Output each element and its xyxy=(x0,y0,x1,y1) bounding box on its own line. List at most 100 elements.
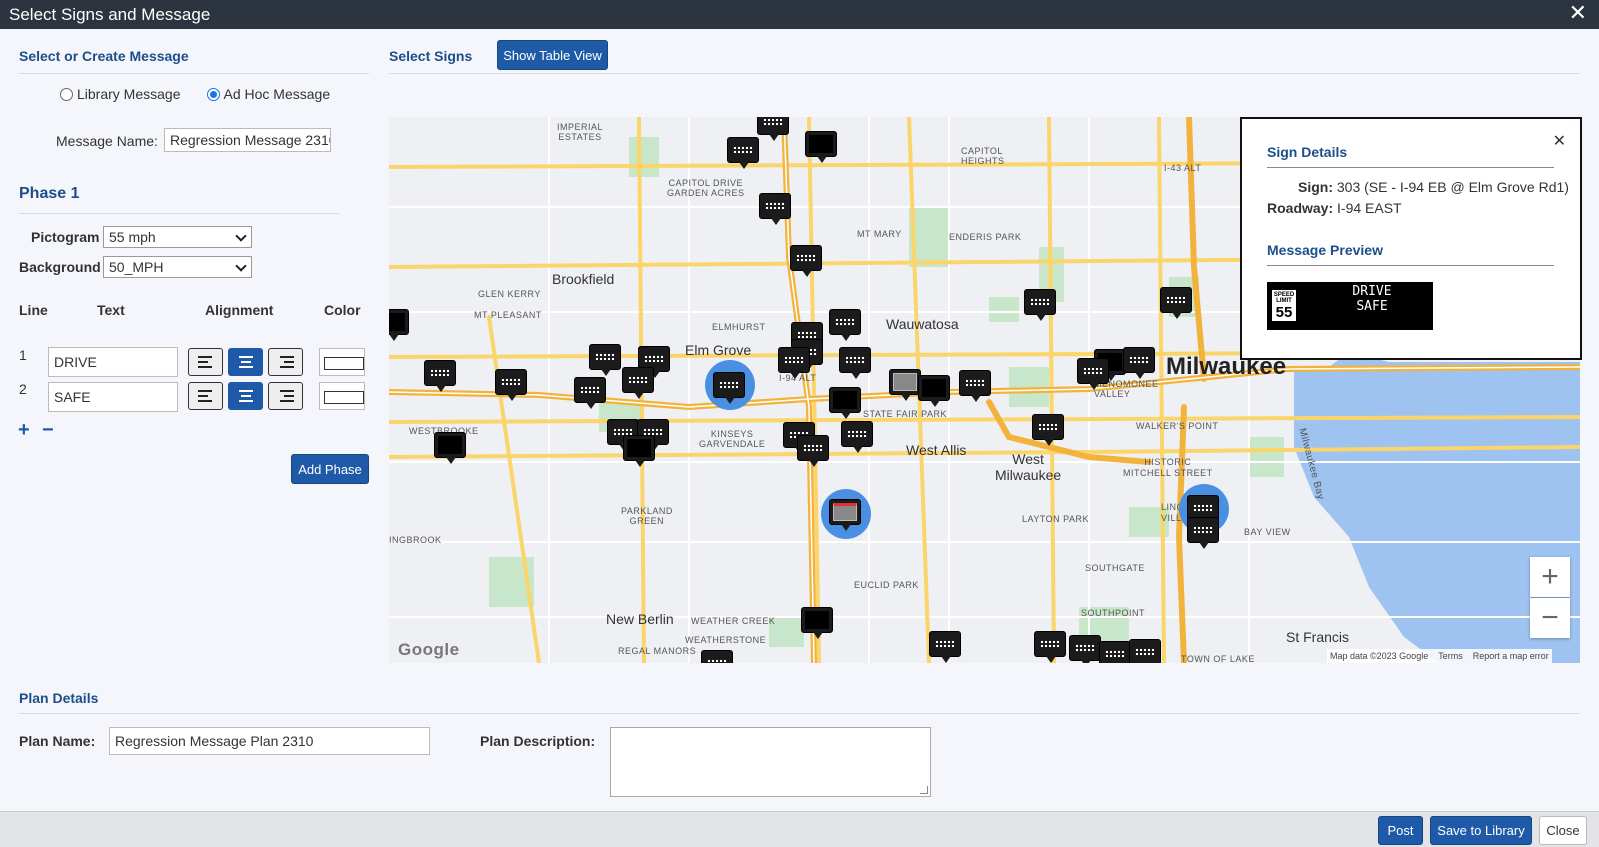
line-color-picker[interactable] xyxy=(319,382,365,410)
place-capitol-drive: CAPITOL DRIVE GARDEN ACRES xyxy=(667,178,745,198)
divider xyxy=(1267,167,1554,168)
post-button[interactable]: Post xyxy=(1378,816,1423,845)
popup-close-icon[interactable]: ✕ xyxy=(1553,131,1566,151)
sign-marker[interactable] xyxy=(389,309,409,341)
show-table-view-button[interactable]: Show Table View xyxy=(497,40,608,70)
background-label: Background xyxy=(19,259,101,275)
divider xyxy=(19,713,1580,714)
place-text: West xyxy=(1012,451,1044,467)
col-line-header: Line xyxy=(19,302,48,318)
sign-marker[interactable] xyxy=(959,370,991,402)
align-right-button[interactable] xyxy=(268,348,303,376)
place-text: CAPITOL DRIVE xyxy=(668,178,744,188)
place-mt-mary: MT MARY xyxy=(857,229,902,239)
remove-line-button[interactable]: − xyxy=(42,420,54,440)
close-button[interactable]: Close xyxy=(1539,816,1587,845)
place-bay-view: BAY VIEW xyxy=(1244,527,1291,537)
place-southpoint: SOUTHPOINT xyxy=(1081,608,1146,618)
sign-marker[interactable] xyxy=(759,193,791,225)
message-preview-sign: SPEED LIMIT 55 DRIVE SAFE xyxy=(1267,282,1433,330)
sign-marker[interactable] xyxy=(727,137,759,169)
background-select[interactable]: 50_MPH xyxy=(103,256,252,278)
sign-marker[interactable] xyxy=(929,631,961,663)
map-report-link[interactable]: Report a map error xyxy=(1473,651,1549,661)
sign-marker[interactable] xyxy=(701,650,733,663)
place-text: KINSEYS xyxy=(710,429,754,439)
place-st-francis: St Francis xyxy=(1286,629,1350,645)
sign-marker[interactable] xyxy=(757,117,789,141)
align-left-button[interactable] xyxy=(188,382,223,410)
line-color-picker[interactable] xyxy=(319,348,365,376)
place-text: IMPERIAL xyxy=(557,122,604,132)
sign-marker[interactable] xyxy=(839,347,871,379)
add-phase-button[interactable]: Add Phase xyxy=(291,454,369,484)
library-message-option[interactable]: Library Message xyxy=(60,86,181,102)
adhoc-message-radio[interactable] xyxy=(206,87,220,101)
sign-marker[interactable] xyxy=(623,435,655,467)
place-euclid-park: EUCLID PARK xyxy=(854,580,919,590)
line-text-input[interactable]: DRIVE xyxy=(48,347,178,377)
align-right-button[interactable] xyxy=(268,382,303,410)
close-icon[interactable]: ✕ xyxy=(1569,2,1587,24)
align-center-button[interactable] xyxy=(228,382,263,410)
sign-marker[interactable] xyxy=(829,387,861,419)
adhoc-message-label: Ad Hoc Message xyxy=(223,86,331,102)
plan-name-input[interactable]: Regression Message Plan 2310 xyxy=(109,727,430,755)
sign-marker[interactable] xyxy=(1069,635,1101,663)
sign-marker[interactable] xyxy=(495,369,527,401)
line-text-input[interactable]: SAFE xyxy=(48,382,178,412)
sign-marker[interactable] xyxy=(918,375,950,407)
pictogram-select[interactable]: 55 mph xyxy=(103,226,252,248)
sign-marker[interactable] xyxy=(829,309,861,341)
sign-marker[interactable] xyxy=(889,369,921,401)
plan-description-label: Plan Description: xyxy=(480,733,596,749)
add-line-button[interactable]: + xyxy=(18,420,30,440)
sign-marker[interactable] xyxy=(1024,289,1056,321)
place-text: HISTORIC xyxy=(1144,457,1192,467)
map-terms-link[interactable]: Terms xyxy=(1438,651,1463,661)
place-weatherstone: WEATHERSTONE xyxy=(685,635,767,645)
zoom-out-button[interactable]: − xyxy=(1530,598,1570,638)
sign-marker[interactable] xyxy=(797,435,829,467)
adhoc-message-option[interactable]: Ad Hoc Message xyxy=(206,86,331,102)
sign-marker[interactable] xyxy=(1129,639,1161,663)
pictogram-label: Pictogram xyxy=(31,229,100,245)
plan-name-label: Plan Name: xyxy=(19,733,96,749)
sign-marker[interactable] xyxy=(801,607,833,639)
place-state-fair-park: STATE FAIR PARK xyxy=(863,409,948,419)
sign-marker[interactable] xyxy=(589,344,621,376)
place-imperial-estates: IMPERIAL ESTATES xyxy=(557,122,603,142)
sign-marker[interactable] xyxy=(778,347,810,379)
speed-limit-pictogram: SPEED LIMIT 55 xyxy=(1271,289,1297,322)
sign-marker[interactable] xyxy=(1123,347,1155,379)
sign-marker[interactable] xyxy=(790,245,822,277)
sign-marker[interactable] xyxy=(622,367,654,399)
plan-description-textarea[interactable] xyxy=(610,727,931,797)
sign-marker-selected[interactable] xyxy=(829,499,861,531)
sign-marker[interactable] xyxy=(1099,641,1131,663)
sign-marker[interactable] xyxy=(1077,358,1109,390)
map-attribution: Map data ©2023 Google Terms Report a map… xyxy=(1327,649,1552,663)
library-message-radio[interactable] xyxy=(60,87,73,101)
message-name-input[interactable]: Regression Message 2310 xyxy=(164,128,331,152)
align-center-button[interactable] xyxy=(228,348,263,376)
save-to-library-button[interactable]: Save to Library xyxy=(1430,816,1532,845)
preview-line-1: DRIVE xyxy=(1352,284,1392,299)
message-type-radios: Library Message Ad Hoc Message xyxy=(60,86,330,102)
sign-marker[interactable] xyxy=(434,432,466,464)
align-center-icon xyxy=(238,390,253,402)
sign-marker[interactable] xyxy=(1160,287,1192,319)
sign-marker[interactable] xyxy=(841,421,873,453)
sign-marker[interactable] xyxy=(574,377,606,409)
align-left-button[interactable] xyxy=(188,348,223,376)
place-elm-grove: Elm Grove xyxy=(685,342,752,358)
place-brookfield: Brookfield xyxy=(552,271,615,287)
sign-marker[interactable] xyxy=(424,360,456,392)
divider xyxy=(19,73,369,74)
sign-marker[interactable] xyxy=(1032,414,1064,446)
sign-marker-selected[interactable] xyxy=(713,372,745,404)
sign-marker[interactable] xyxy=(805,131,837,163)
sign-marker[interactable] xyxy=(1187,517,1219,549)
sign-marker[interactable] xyxy=(1034,631,1066,663)
zoom-in-button[interactable]: + xyxy=(1530,557,1570,597)
